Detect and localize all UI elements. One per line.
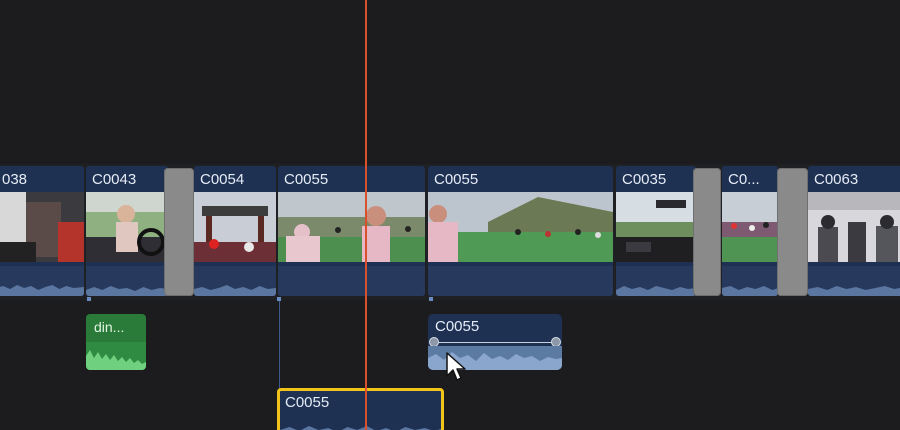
clip-thumbnail: [616, 192, 696, 262]
timeline-clip-c0055[interactable]: C0055: [278, 166, 425, 296]
timeline-clip-c0035[interactable]: C0035: [616, 166, 696, 296]
cross-dissolve-transition[interactable]: [164, 168, 194, 296]
clip-name: C0055: [435, 318, 480, 335]
clip-audio-waveform: [616, 266, 696, 296]
clip-audio-waveform: [0, 266, 84, 296]
connection-line: [279, 298, 280, 390]
clip-thumbnail: [194, 192, 276, 262]
connection-point: [277, 297, 281, 301]
clip-audio-waveform: [194, 266, 276, 296]
clip-thumbnail: [278, 192, 425, 262]
playhead[interactable]: [365, 0, 367, 430]
connected-audio-clip-din[interactable]: din...: [86, 314, 146, 370]
clip-name: C0055: [284, 171, 329, 188]
clip-audio-waveform: [86, 266, 168, 296]
cross-dissolve-transition[interactable]: [777, 168, 808, 296]
timeline-clip-c0063[interactable]: C0063: [808, 166, 900, 296]
mouse-pointer-icon: [446, 352, 466, 381]
timeline-clip-038[interactable]: 038: [0, 166, 84, 296]
clip-thumbnail: [86, 192, 168, 262]
clip-name: C0054: [200, 171, 245, 188]
clip-name: C0055: [434, 171, 479, 188]
clip-name: 038: [2, 171, 28, 188]
timeline[interactable]: 038 C0043 C0054 C0055 C0055 C0035 C0... …: [0, 0, 900, 430]
clip-audio-waveform: [808, 266, 900, 296]
connection-point: [87, 297, 91, 301]
audio-waveform: [280, 426, 441, 430]
timeline-clip-c0054[interactable]: C0054: [194, 166, 276, 296]
clip-name: din...: [94, 319, 125, 335]
clip-thumbnail: [722, 192, 778, 262]
clip-name: C0043: [92, 171, 137, 188]
clip-audio-waveform: [278, 266, 425, 296]
clip-name: C0035: [622, 171, 667, 188]
timeline-clip-c0055-b[interactable]: C0055: [428, 166, 613, 296]
audio-waveform: [86, 342, 146, 370]
selected-connected-clip-c0055[interactable]: C0055: [277, 388, 444, 430]
clip-name: C0063: [814, 171, 859, 188]
clip-thumbnail: [0, 192, 84, 262]
timeline-clip-c0-short[interactable]: C0...: [722, 166, 778, 296]
clip-name: C0055: [285, 394, 330, 411]
cross-dissolve-transition[interactable]: [693, 168, 721, 296]
clip-thumbnail: [428, 192, 613, 262]
volume-line[interactable]: [434, 342, 556, 343]
clip-audio-waveform: [428, 266, 613, 296]
clip-audio-waveform: [722, 266, 778, 296]
timeline-clip-c0043[interactable]: C0043: [86, 166, 168, 296]
connection-point: [429, 297, 433, 301]
clip-thumbnail: [808, 192, 900, 262]
clip-name: C0...: [728, 171, 760, 188]
